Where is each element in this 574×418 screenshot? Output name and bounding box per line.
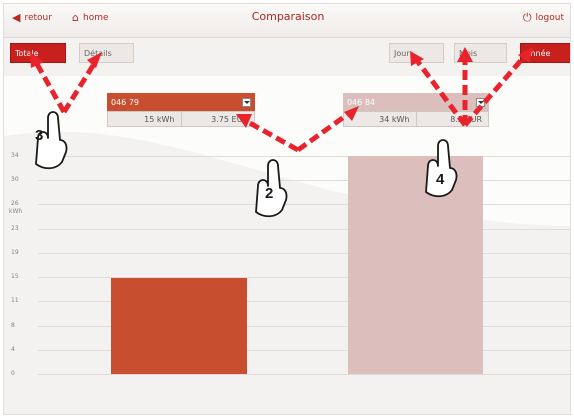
dropdown-arrow-icon[interactable] [476,97,485,107]
top-bar: ◀ retour ⌂ home Comparaison ⏻ logout [4,4,570,38]
details-button[interactable]: Détails [79,43,134,63]
page-title: Comparaison [251,10,325,23]
gridline [38,374,570,375]
y-tick-label: 19 [11,248,19,256]
meter-panel-2: 046 84 34 kWh 8.5 EUR [343,93,489,129]
gridline [38,228,570,230]
y-tick-label: 30 [11,176,19,184]
y-tick-label: 34 [11,152,19,159]
y-tick-label: 11 [11,297,19,305]
gridline [38,156,570,157]
y-tick-label: 0 [11,370,15,377]
meter-select-2[interactable]: 046 84 [343,93,489,111]
gridline [38,180,570,182]
meter-values-2: 34 kWh 8.5 EUR [343,111,489,127]
meter-eur-2: 8.5 EUR [415,112,489,126]
y-tick-label: 26 [11,200,19,208]
meter-panel-1: 046 79 15 kWh 3.75 EUR [107,93,255,129]
annee-button[interactable]: Année [520,43,570,63]
y-tick-label: 23 [11,224,19,232]
y-tick-label: 15 [11,273,19,281]
mois-button[interactable]: Mois [454,43,507,63]
power-icon: ⏻ [522,11,532,24]
logout-button[interactable]: ⏻ logout [522,11,564,24]
meter-select-1[interactable]: 046 79 [107,93,255,111]
bar-2[interactable] [348,156,483,374]
dropdown-arrow-icon[interactable] [242,97,251,107]
y-tick-label: 8 [11,321,15,329]
app-frame: ◀ retour ⌂ home Comparaison ⏻ logout Tot… [3,3,571,415]
gridline [38,252,570,254]
meter-id-1: 046 79 [111,97,139,107]
jour-button[interactable]: Jour [389,43,444,63]
y-axis-label: kWh [9,208,23,215]
meter-kwh-1: 15 kWh [144,114,175,124]
meter-id-2: 046 84 [347,97,375,107]
meter-values-1: 15 kWh 3.75 EUR [107,111,255,127]
bar-1[interactable] [111,277,247,374]
meter-kwh-2: 34 kWh [379,114,410,124]
meter-eur-1: 3.75 EUR [180,112,255,126]
gridline [38,204,570,206]
totale-button[interactable]: Totale [10,43,66,63]
logout-label: logout [535,13,564,23]
y-tick-label: 4 [11,345,15,353]
